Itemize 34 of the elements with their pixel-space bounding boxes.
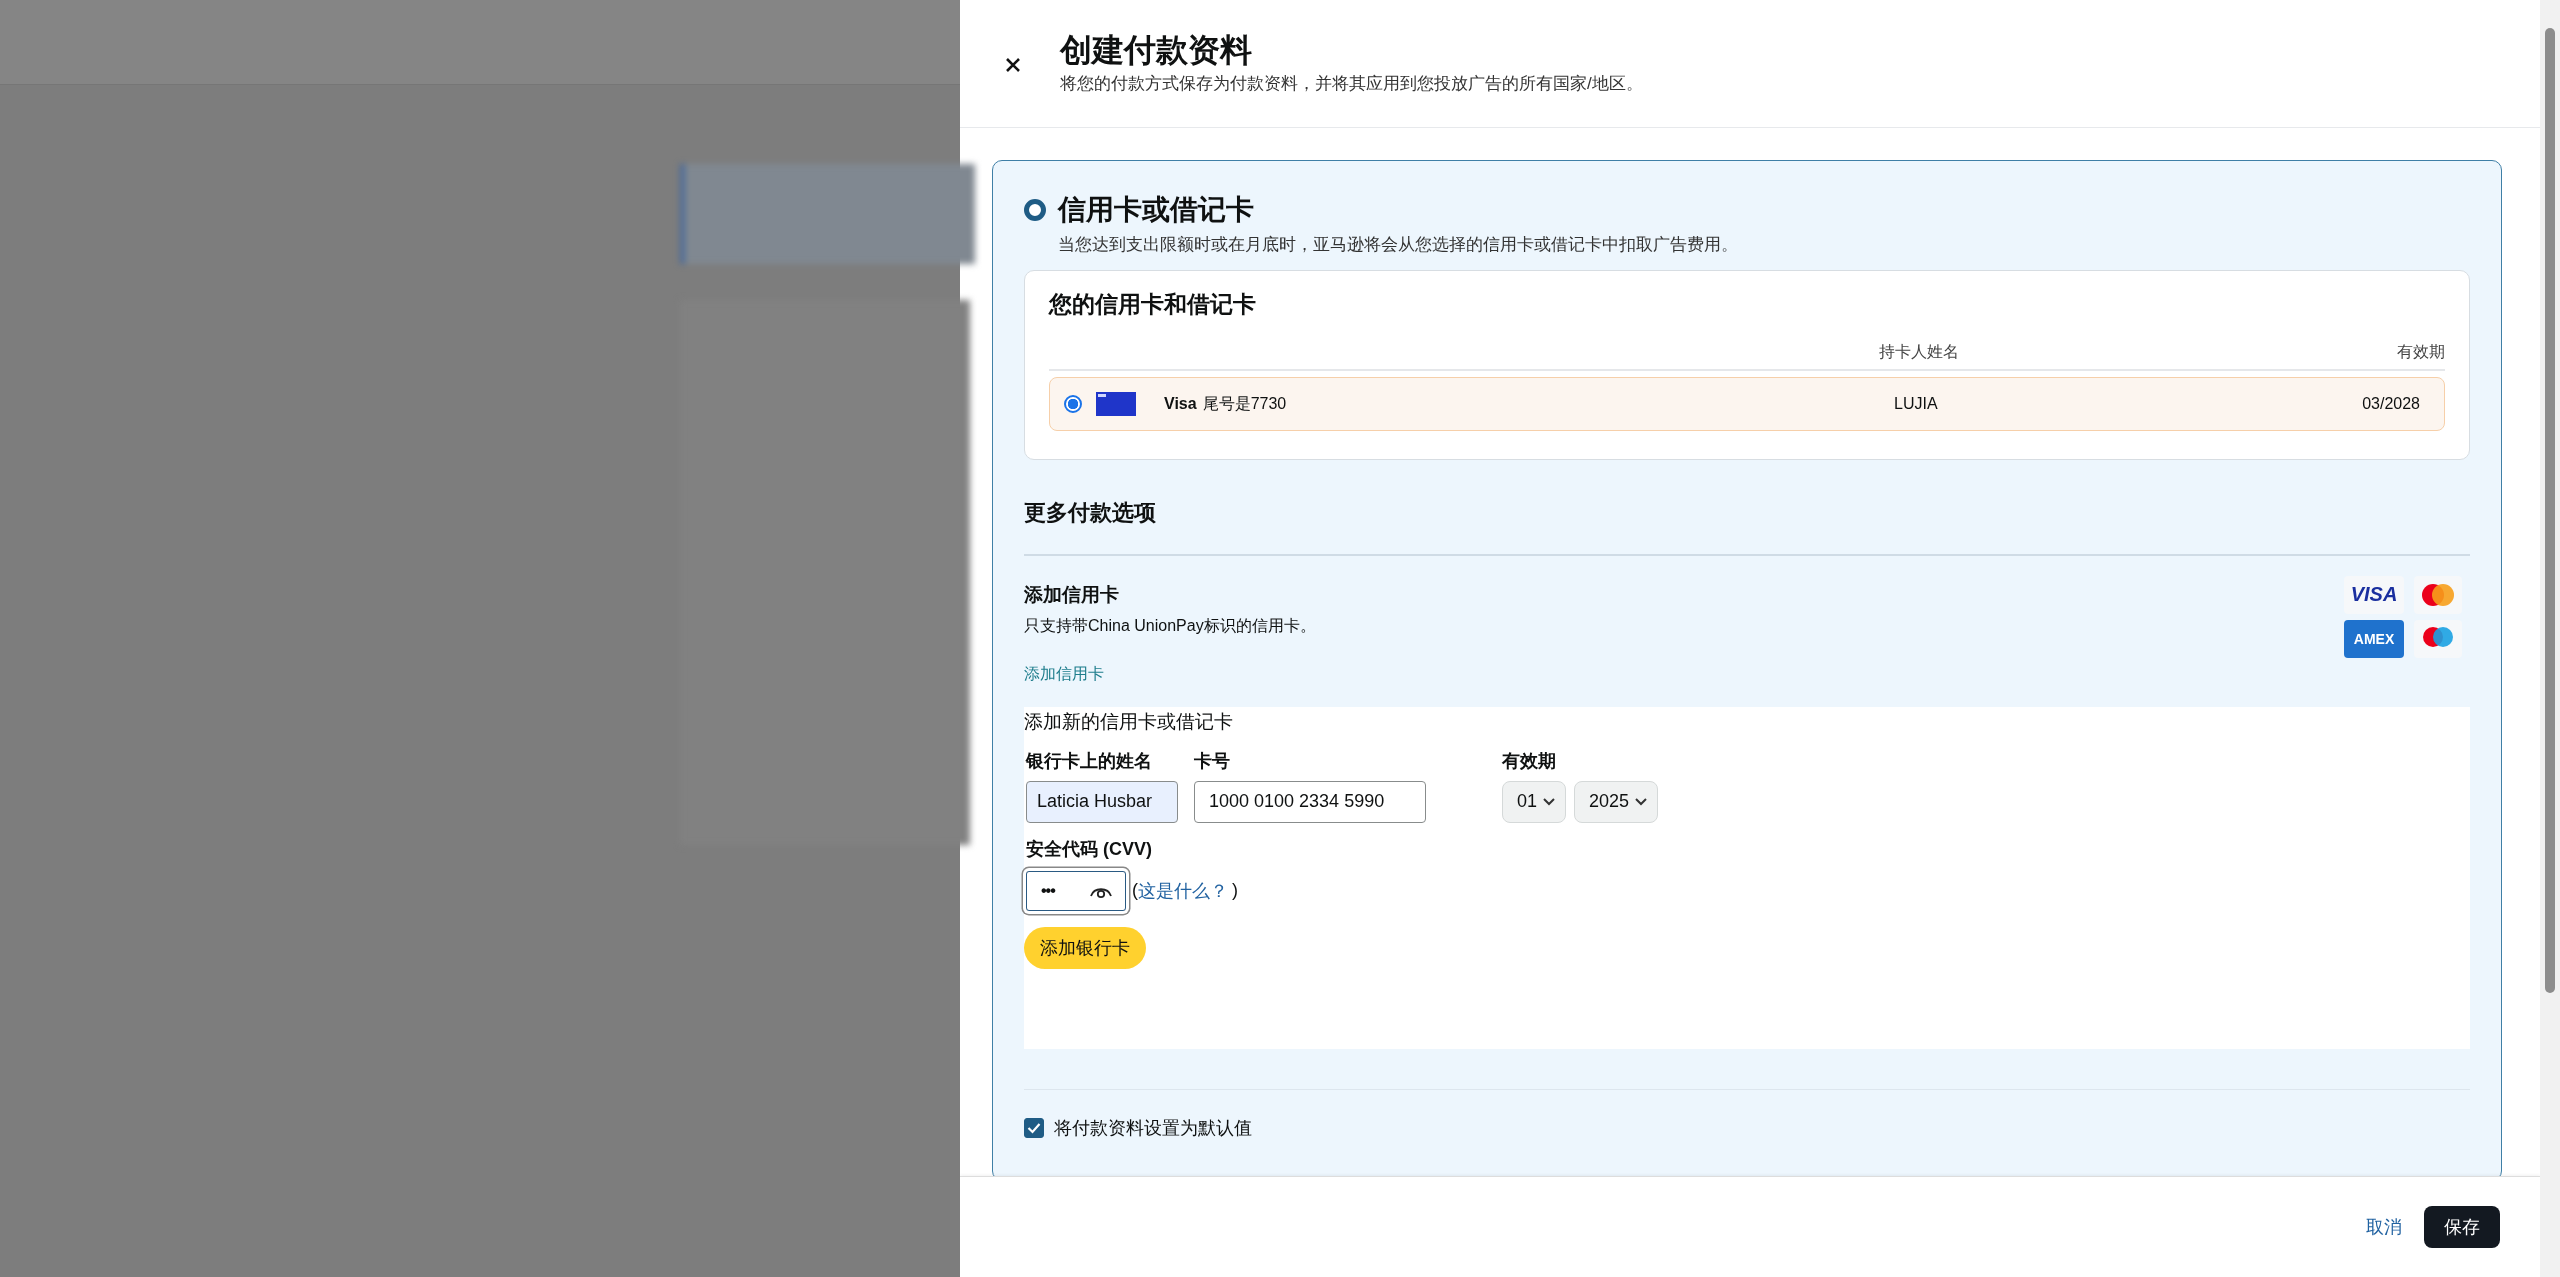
saved-cards-title: 您的信用卡和借记卡 <box>1049 290 1257 319</box>
year-dropdown[interactable]: 2025 <box>1574 780 1659 823</box>
panel-title: 创建付款资料 <box>1060 31 1253 70</box>
parenthesis-text: ) <box>1232 880 1238 901</box>
name-input-field[interactable]: Laticia Husbar <box>1026 780 1178 823</box>
add-card-link[interactable]: 添加信用卡 <box>1024 663 1104 685</box>
column-header: 有效期 <box>2396 342 2445 362</box>
form-title: 添加新的信用卡或借记卡 <box>1024 709 1233 734</box>
add-card-note: 只支持带China UnionPay标识的信用卡。 <box>1024 615 1316 636</box>
card-number-input-field[interactable]: 1000 0100 2334 5990 <box>1194 780 1426 823</box>
checkbox-label: 将付款资料设置为默认值 <box>1054 1117 1252 1140</box>
card-ending: 尾号是7730 <box>1202 393 1287 414</box>
help-link[interactable]: 这是什么？ <box>1138 878 1228 903</box>
add-card-title: 添加信用卡 <box>1024 582 1120 607</box>
visa-logo: VISA <box>2344 575 2404 614</box>
field-label: 有效期 <box>1502 749 1557 773</box>
card-expiry: 03/2028 <box>2361 395 2420 413</box>
parenthesis-text: ( <box>1132 880 1138 901</box>
payment-method-label: 信用卡或借记卡 <box>1058 193 1254 227</box>
add-card-button[interactable]: 添加银行卡 <box>1024 926 1146 969</box>
field-label: 卡号 <box>1194 749 1231 773</box>
cardholder-name: LUJIA <box>1894 395 1939 413</box>
column-header: 持卡人姓名 <box>1879 342 1960 362</box>
month-dropdown[interactable]: 01 <box>1502 780 1567 823</box>
save-button[interactable]: 保存 <box>2424 1206 2500 1248</box>
panel-subtitle: 将您的付款方式保存为付款资料，并将其应用到您投放广告的所有国家/地区。 <box>1060 73 1643 95</box>
field-label: 安全代码 (CVV) <box>1025 837 1152 861</box>
saved-card-row[interactable]: Visa 尾号是7730 LUJIA 03/2028 <box>1049 377 2445 431</box>
card-brand: Visa <box>1164 395 1197 413</box>
payment-method-description: 当您达到支出限额时或在月底时，亚马逊将会从您选择的信用卡或借记卡中扣取广告费用。 <box>1058 234 1739 256</box>
cancel-link[interactable]: 取消 <box>2366 1215 2402 1239</box>
amex-logo: AMEX <box>2344 619 2404 658</box>
field-label: 银行卡上的姓名 <box>1026 749 1153 773</box>
section-title: 更多付款选项 <box>1024 499 1157 527</box>
